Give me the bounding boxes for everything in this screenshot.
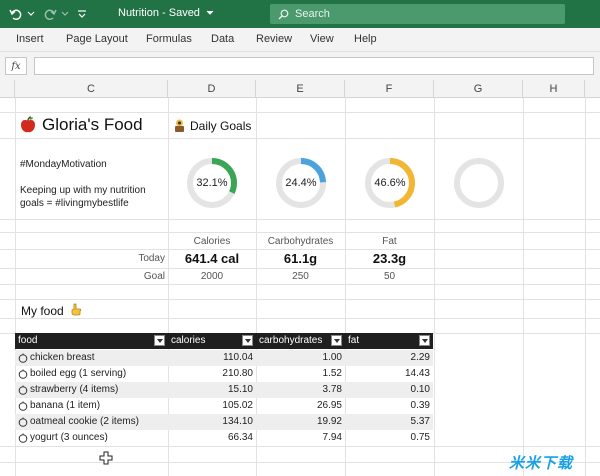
title-dropdown-icon[interactable] bbox=[206, 10, 214, 16]
table-row[interactable]: boiled egg (1 serving) 210.80 1.52 14.43 bbox=[15, 366, 433, 382]
header-food: food bbox=[18, 335, 38, 346]
calories-today: 641.4 cal bbox=[184, 251, 240, 266]
table-row[interactable]: strawberry (4 items) 15.10 3.78 0.10 bbox=[15, 382, 433, 398]
calories-cell[interactable]: 105.02 bbox=[168, 398, 253, 414]
tab-review[interactable]: Review bbox=[256, 33, 292, 45]
food-table-header: food calories carbohydrates fat bbox=[15, 333, 433, 349]
calories-cell[interactable]: 110.04 bbox=[168, 350, 253, 366]
column-headers: C D E F G H bbox=[0, 80, 600, 98]
column-header-f[interactable]: F bbox=[345, 80, 434, 98]
calories-cell[interactable]: 134.10 bbox=[168, 414, 253, 430]
fat-cell[interactable]: 0.39 bbox=[345, 398, 430, 414]
food-name-cell[interactable]: banana (1 item) bbox=[15, 398, 168, 414]
filter-food-dropdown-icon[interactable] bbox=[154, 335, 165, 346]
goals-icon bbox=[175, 119, 184, 132]
column-header-c[interactable]: C bbox=[15, 80, 168, 98]
fat-today: 23.3g bbox=[372, 251, 407, 266]
goal-label: Goal bbox=[143, 271, 165, 282]
food-name-cell[interactable]: yogurt (3 ounces) bbox=[15, 430, 168, 446]
sheet-title: Gloria's Food bbox=[42, 115, 143, 134]
search-placeholder: Search bbox=[295, 8, 330, 20]
formula-bar: fx bbox=[0, 52, 600, 80]
fat-donut-label: 46.6% bbox=[374, 177, 406, 189]
carbs-cell[interactable]: 26.95 bbox=[256, 398, 342, 414]
tab-page-layout[interactable]: Page Layout bbox=[66, 33, 128, 45]
filter-calories-dropdown-icon[interactable] bbox=[242, 335, 253, 346]
calories-cell[interactable]: 15.10 bbox=[168, 382, 253, 398]
calories-goal: 2000 bbox=[200, 271, 224, 282]
column-header-g[interactable]: G bbox=[434, 80, 523, 98]
column-header-e[interactable]: E bbox=[256, 80, 345, 98]
search-input[interactable]: Search bbox=[270, 4, 565, 24]
fat-cell[interactable]: 5.37 bbox=[345, 414, 430, 430]
title-bar: Nutrition - Saved Search bbox=[0, 0, 600, 28]
undo-dropdown-icon[interactable] bbox=[25, 5, 37, 23]
food-name-cell[interactable]: strawberry (4 items) bbox=[15, 382, 168, 398]
table-row[interactable]: chicken breast 110.04 1.00 2.29 bbox=[15, 350, 433, 366]
tab-data[interactable]: Data bbox=[211, 33, 234, 45]
note-hashtag: #MondayMotivation bbox=[20, 159, 107, 170]
select-all-corner[interactable] bbox=[0, 80, 15, 98]
fat-header: Fat bbox=[382, 236, 397, 247]
carbs-goal: 250 bbox=[292, 271, 309, 282]
empty-donut-chart bbox=[454, 158, 504, 208]
note-line-2: goals = #livingmybestlife bbox=[20, 198, 129, 209]
apple-icon bbox=[21, 116, 35, 133]
column-header-h[interactable]: H bbox=[523, 80, 585, 98]
fat-cell[interactable]: 2.29 bbox=[345, 350, 430, 366]
formula-input[interactable] bbox=[34, 57, 594, 75]
carbs-cell[interactable]: 7.94 bbox=[256, 430, 342, 446]
table-row[interactable]: yogurt (3 ounces) 66.34 7.94 0.75 bbox=[15, 430, 433, 446]
redo-icon[interactable] bbox=[42, 5, 58, 23]
food-name-cell[interactable]: oatmeal cookie (2 items) bbox=[15, 414, 168, 430]
redo-dropdown-icon[interactable] bbox=[59, 5, 71, 23]
carbs-donut-label: 24.4% bbox=[285, 177, 317, 189]
empty-donut-track bbox=[454, 158, 504, 208]
tab-help[interactable]: Help bbox=[354, 33, 377, 45]
ribbon-tabs: Insert Page Layout Formulas Data Review … bbox=[0, 28, 600, 52]
tab-insert[interactable]: Insert bbox=[16, 33, 44, 45]
fat-cell[interactable]: 0.10 bbox=[345, 382, 430, 398]
fat-cell[interactable]: 0.75 bbox=[345, 430, 430, 446]
filter-fat-dropdown-icon[interactable] bbox=[419, 335, 430, 346]
tab-formulas[interactable]: Formulas bbox=[146, 33, 192, 45]
carbs-today: 61.1g bbox=[283, 251, 318, 266]
customize-toolbar-icon[interactable] bbox=[75, 5, 89, 23]
search-icon bbox=[278, 9, 289, 19]
fat-cell[interactable]: 14.43 bbox=[345, 366, 430, 382]
daily-goals-label: Daily Goals bbox=[190, 119, 252, 133]
carbs-cell[interactable]: 19.92 bbox=[256, 414, 342, 430]
filter-carbs-dropdown-icon[interactable] bbox=[331, 335, 342, 346]
calories-header: Calories bbox=[193, 236, 231, 247]
carbs-cell[interactable]: 1.00 bbox=[256, 350, 342, 366]
sheet-grid[interactable]: Gloria's Food Daily Goals #MondayMotivat… bbox=[0, 98, 600, 476]
my-food-label: My food bbox=[21, 303, 82, 318]
today-label: Today bbox=[138, 253, 165, 264]
watermark: 米米下载 bbox=[509, 455, 574, 472]
cell-cursor-icon bbox=[99, 451, 113, 465]
table-row[interactable]: banana (1 item) 105.02 26.95 0.39 bbox=[15, 398, 433, 414]
calories-donut-label: 32.1% bbox=[196, 177, 228, 189]
carbs-cell[interactable]: 3.78 bbox=[256, 382, 342, 398]
food-name-cell[interactable]: boiled egg (1 serving) bbox=[15, 366, 168, 382]
column-header-d[interactable]: D bbox=[168, 80, 256, 98]
pointing-hand-icon bbox=[71, 303, 82, 316]
tab-view[interactable]: View bbox=[310, 33, 334, 45]
insert-function-button[interactable]: fx bbox=[5, 57, 27, 75]
document-title[interactable]: Nutrition - Saved bbox=[118, 7, 214, 19]
carbs-cell[interactable]: 1.52 bbox=[256, 366, 342, 382]
table-row[interactable]: oatmeal cookie (2 items) 134.10 19.92 5.37 bbox=[15, 414, 433, 430]
carbs-header: Carbohydrates bbox=[267, 236, 334, 247]
undo-icon[interactable] bbox=[8, 5, 24, 23]
food-name-cell[interactable]: chicken breast bbox=[15, 350, 168, 366]
calories-cell[interactable]: 210.80 bbox=[168, 366, 253, 382]
calories-cell[interactable]: 66.34 bbox=[168, 430, 253, 446]
fat-goal: 50 bbox=[383, 271, 396, 282]
note-line-1: Keeping up with my nutrition bbox=[20, 185, 146, 196]
